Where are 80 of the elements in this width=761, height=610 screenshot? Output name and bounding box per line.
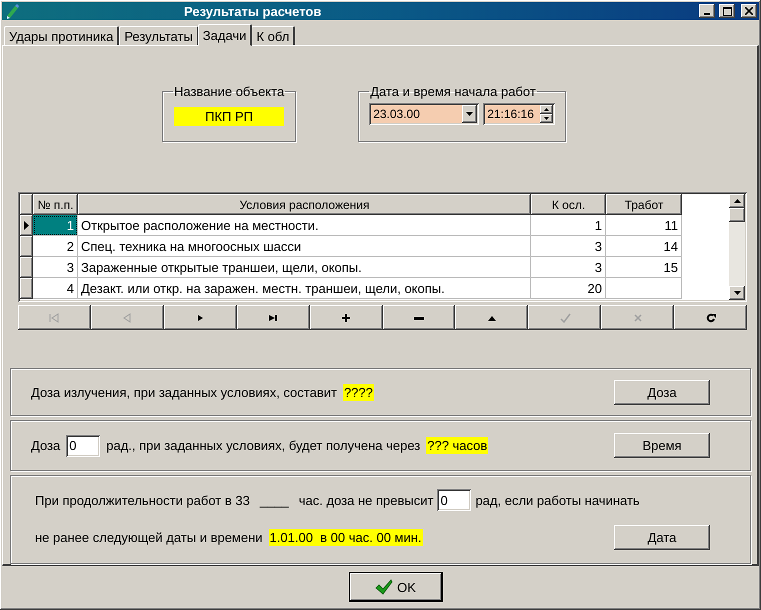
start-date-result: 1.01.00 в 00 час. 00 мин.: [268, 529, 423, 546]
limit-text: час. доза не превысит: [298, 492, 434, 508]
table-cell: 20: [531, 278, 606, 299]
table-cell: Зараженные открытые траншеи, щели, окопы.: [78, 257, 531, 278]
up-arrow-icon: [734, 199, 740, 203]
date-button[interactable]: Дата: [614, 525, 710, 550]
table-cell: 1: [531, 215, 606, 236]
time-field[interactable]: 21:16:16: [483, 103, 556, 125]
table-cell: 3: [531, 257, 606, 278]
navigator-button[interactable]: [382, 305, 456, 330]
table-cell: 11: [606, 215, 682, 236]
dose-result: ????: [342, 384, 374, 400]
header-cell: [20, 194, 33, 215]
tab[interactable]: Удары протиника: [4, 26, 120, 45]
time-text: рад., при заданных условиях, будет получена через: [106, 438, 420, 453]
first-record-icon: [48, 312, 60, 324]
dose-button[interactable]: Доза: [614, 380, 710, 404]
table-cell: 4: [33, 278, 78, 299]
duration-text: При продолжительности работ в 33: [35, 492, 250, 508]
table-cell: Дезакт. или откр. на заражен. местн. траншеи, щели, окопы.: [78, 278, 531, 299]
column-header: Тработ: [606, 194, 682, 215]
check-icon: [375, 579, 394, 595]
current-row-icon: [24, 221, 29, 230]
column-header: № п.п.: [33, 194, 78, 215]
table-cell: 1: [33, 215, 78, 236]
table-cell: Открытое расположение на местности.: [78, 215, 531, 236]
tab[interactable]: К обл: [251, 26, 296, 45]
row-indicator[interactable]: [20, 215, 33, 236]
spin-up-button[interactable]: [540, 105, 554, 114]
table-cell: 15: [606, 257, 682, 278]
tab[interactable]: Результаты: [119, 26, 199, 45]
dose-input[interactable]: 0: [66, 434, 100, 456]
navigator-button[interactable]: [455, 305, 528, 330]
time-result: ??? часов: [426, 437, 488, 454]
dose-label: Доза: [31, 438, 60, 453]
column-header: Условия расположения: [78, 194, 531, 215]
dose-text: Доза излучения, при заданных условиях, составит: [31, 384, 337, 400]
object-name: ПКП РП: [174, 107, 284, 126]
time-button[interactable]: Время: [614, 433, 710, 458]
column-header: К осл.: [531, 194, 606, 215]
app-icon: [4, 3, 20, 19]
row-indicator[interactable]: [20, 236, 33, 257]
table-cell: Спец. техника на многоосных шасси: [78, 236, 531, 257]
date-field[interactable]: 23.03.00: [369, 103, 480, 125]
maximize-button[interactable]: [719, 4, 735, 18]
tab[interactable]: Задачи: [198, 24, 252, 46]
vertical-scrollbar[interactable]: [729, 194, 745, 300]
check-icon: [558, 312, 571, 324]
start-date-text: не ранее следующей даты и времени: [35, 530, 263, 545]
table-cell: 3: [33, 257, 78, 278]
maximize-icon: [722, 6, 732, 16]
limit-input[interactable]: 0: [437, 489, 472, 511]
cross-icon: [632, 312, 644, 324]
navigator-button[interactable]: [236, 305, 310, 330]
row-indicator[interactable]: [20, 278, 33, 299]
navigator-button[interactable]: [164, 305, 237, 330]
start-text: рад, если работы начинать: [475, 492, 640, 508]
group-label: Название объекта: [173, 84, 286, 99]
previous-icon: [121, 312, 134, 324]
table-cell: 2: [33, 236, 78, 257]
down-arrow-icon: [544, 117, 550, 120]
window-title: Результаты расчетов: [183, 4, 322, 18]
spin-down-button[interactable]: [540, 114, 554, 123]
table-cell: 3: [531, 236, 606, 257]
plus-icon: [340, 312, 352, 324]
row-indicator[interactable]: [20, 257, 33, 278]
close-icon: [745, 7, 753, 15]
group-label: Дата и время начала работ: [369, 84, 537, 99]
navigator-button[interactable]: [310, 305, 383, 330]
duration-blank: ____: [260, 492, 289, 508]
close-button[interactable]: [741, 4, 757, 18]
minimize-button[interactable]: [699, 4, 715, 18]
scrollbar-thumb[interactable]: [729, 208, 745, 222]
navigator-button[interactable]: [674, 305, 748, 330]
refresh-icon: [704, 312, 717, 324]
dropdown-arrow-icon: [466, 112, 474, 116]
table-cell: 14: [606, 236, 682, 257]
ok-button[interactable]: OK: [350, 573, 442, 601]
down-arrow-icon: [734, 291, 740, 295]
up-arrow-icon: [544, 108, 550, 111]
